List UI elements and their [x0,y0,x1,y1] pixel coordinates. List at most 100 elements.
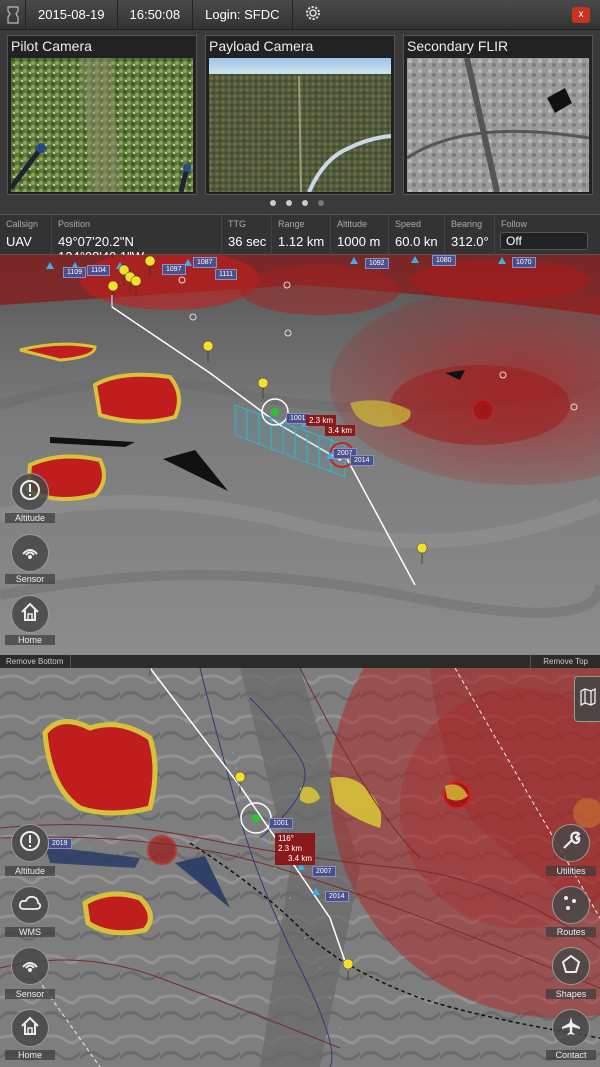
pager-dot[interactable] [270,200,276,206]
telemetry-range: Range 1.12 km [272,215,331,256]
settings-button[interactable] [293,0,333,30]
home-button[interactable] [11,1009,49,1047]
telemetry-value: 60.0 kn [395,234,438,249]
telemetry-label: Bearing [451,219,483,229]
bearing-value: 116° [278,834,294,843]
telemetry-speed: Speed 60.0 kn [389,215,445,256]
sensor-button[interactable] [11,534,49,572]
telemetry-altitude: Altitude 1000 m [331,215,389,256]
pilot-camera-feed [9,58,193,193]
tool-label: Home [5,635,55,645]
telemetry-label: Callsign [6,219,39,229]
pilot-camera-panel[interactable]: Pilot Camera [7,35,197,195]
telemetry-value: UAV [6,234,32,249]
home-button[interactable] [11,595,49,633]
pager-dot[interactable] [286,200,292,206]
waypoint-label[interactable]: 1104 [87,265,111,276]
terrain-3d-canvas [0,255,600,655]
altitude-alert-icon [19,479,41,506]
tool-label: Home [5,1050,55,1060]
terrain-3d-view[interactable]: 1109 1104 1097 1087 1111 1092 1080 1070 … [0,255,600,655]
waypoint-label[interactable]: 1097 [162,264,186,275]
wms-button[interactable] [11,886,49,924]
telemetry-bearing: Bearing 312.0° [445,215,495,256]
tool-label: Contact [546,1050,596,1060]
tool-label: Utilities [546,866,596,876]
cloud-icon [18,894,42,917]
telemetry-label: Range [278,219,305,229]
gear-icon [305,5,321,24]
camera-title: Payload Camera [209,38,314,54]
telemetry-label: TTG [228,219,246,229]
airplane-icon [560,1015,582,1042]
time-display: 16:50:08 [118,0,194,30]
home-icon [19,1015,41,1042]
waypoint-label[interactable]: 1092 [365,258,389,269]
camera-strip: Pilot Camera Payload Camera Secondary FL… [0,30,600,214]
pager-dot-active[interactable] [302,200,308,206]
map-2d-canvas [0,668,600,1067]
waypoint-label[interactable]: 2019 [48,838,72,849]
waypoint-label[interactable]: 1001 [269,818,293,829]
home-icon [19,601,41,628]
telemetry-value: 36 sec [228,234,267,249]
map-2d-view[interactable]: 1001 2007 2014 2019 116° 2.3 km 3.4 km A… [0,668,600,1067]
range-value: 3.4 km [288,854,313,863]
telemetry-value: 1.12 km [278,234,325,249]
tool-label: WMS [5,927,55,937]
sensor-icon [19,540,41,567]
flir-camera-feed [406,57,590,193]
range-value: 2.3 km [278,844,303,853]
waypoint-label[interactable]: 1087 [193,257,217,268]
contact-button[interactable] [552,1009,590,1047]
waypoint-label[interactable]: 1070 [512,257,536,268]
altitude-button[interactable] [11,473,49,511]
tool-label: Shapes [546,989,596,999]
telemetry-value: 312.0° [451,234,489,249]
tool-label: Routes [546,927,596,937]
waypoint-label[interactable]: 2014 [325,891,349,902]
waypoint-label[interactable]: 1111 [215,269,238,280]
camera-title: Pilot Camera [11,38,92,54]
utilities-button[interactable] [552,824,590,862]
altitude-button[interactable] [11,824,49,862]
waypoint-label[interactable]: 2014 [350,455,374,466]
waypoint-label[interactable]: 2007 [312,866,336,877]
pentagon-icon [560,953,582,980]
tool-label: Sensor [5,574,55,584]
waypoint-label[interactable]: 1109 [63,267,87,278]
tool-label: Sensor [5,989,55,999]
top-bar: 2015-08-19 16:50:08 Login: SFDC x [0,0,600,30]
range-tag: 3.4 km [325,425,356,436]
telemetry-ttg: TTG 36 sec [222,215,272,256]
telemetry-label: Speed [395,219,422,229]
payload-camera-feed [209,58,392,193]
tool-label: Altitude [5,513,55,523]
login-display[interactable]: Login: SFDC [193,0,293,30]
close-button[interactable]: x [572,7,590,23]
sensor-button[interactable] [11,947,49,985]
telemetry-label: Position [58,219,91,229]
telemetry-position: Position 49°07'20.2"N 124°08'40.1"W [52,215,222,264]
waypoint-label[interactable]: 1080 [432,255,456,266]
pager-dot[interactable] [318,200,324,206]
wrench-icon [560,830,582,857]
remove-bottom-button[interactable]: Remove Bottom [6,657,63,666]
telemetry-value: 1000 m [337,234,381,249]
payload-camera-panel[interactable]: Payload Camera [205,35,395,195]
telemetry-label: Follow [501,219,528,229]
follow-select[interactable]: Off [500,232,588,250]
camera-pager[interactable] [270,200,324,206]
sensor-icon [19,953,41,980]
shapes-button[interactable] [552,947,590,985]
remove-top-button[interactable]: Remove Top [543,657,588,666]
secondary-flir-panel[interactable]: Secondary FLIR [403,35,593,195]
divider [530,655,531,668]
insignia-icon [0,0,26,30]
routes-button[interactable] [552,886,590,924]
camera-title: Secondary FLIR [407,38,509,54]
map-icon [579,687,596,711]
telemetry-label: Altitude [337,219,368,229]
map-layers-toggle[interactable] [574,676,600,722]
telemetry-callsign: Callsign UAV [0,215,52,256]
